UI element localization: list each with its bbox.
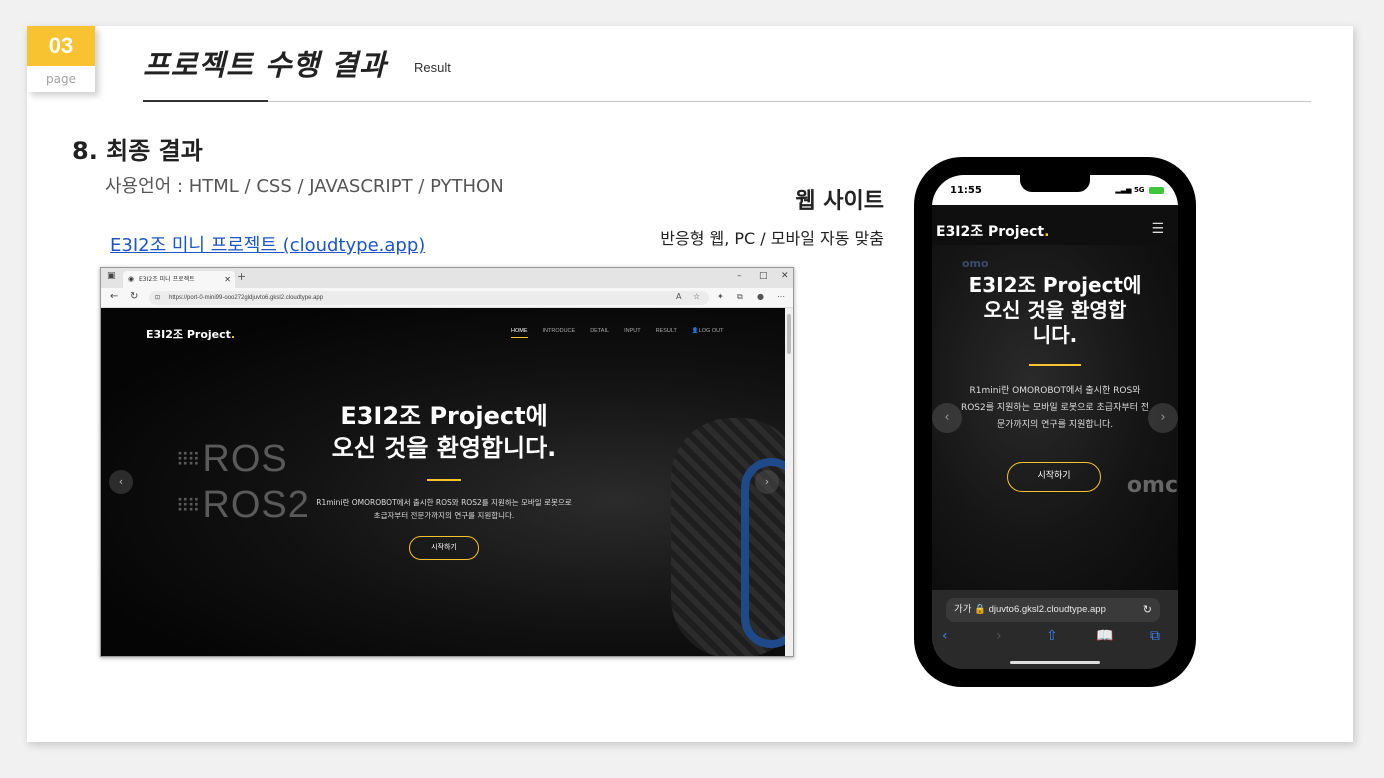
mobile-hero-line3: 니다.	[1032, 323, 1078, 347]
mobile-url-text: djuvto6.gksl2.cloudtype.app	[988, 604, 1106, 615]
start-button[interactable]: 시작하기	[409, 536, 479, 560]
phone-frame: 11:55 ▂▃▅ 5G E3I2조 Project. ☰ omo E3I2조 …	[914, 157, 1196, 687]
mobile-logo-text: E3I2조 Project	[936, 224, 1045, 240]
hero-divider	[427, 479, 461, 481]
hamburger-menu-icon[interactable]: ☰	[1151, 221, 1164, 237]
tab-actions-icon[interactable]: ▣	[107, 271, 116, 281]
safari-forward-icon[interactable]: ›	[996, 628, 1002, 644]
profile-icon[interactable]: ●	[757, 292, 764, 301]
hero-description-line2: 초급자부터 전문가까지의 연구를 지원합니다.	[373, 511, 515, 520]
title-divider	[143, 101, 1311, 102]
tabs-icon[interactable]: ⧉	[1150, 628, 1160, 644]
mobile-hero-line2: 오신 것을 환영합	[983, 298, 1127, 322]
page-label: page	[46, 72, 76, 86]
slide-subtitle: Result	[414, 60, 451, 75]
safari-icons: ‹ › ⇧ 📖 ⧉	[932, 628, 1178, 648]
url-input[interactable]: ⊡ https://port-0-mini99-ooo272gldjuvto6.…	[149, 291, 709, 305]
mobile-start-button[interactable]: 시작하기	[1007, 462, 1101, 492]
omo-label-2: omc	[1126, 473, 1178, 498]
project-link[interactable]: E3I2조 미니 프로젝트 (cloudtype.app)	[110, 231, 425, 257]
mobile-carousel-next-icon[interactable]: ›	[1148, 403, 1178, 433]
mobile-hero-line1: E3I2조 Project에	[968, 273, 1142, 297]
section-title: 8. 최종 결과	[72, 137, 203, 165]
web-site-heading: 웹 사이트	[795, 189, 884, 214]
more-icon[interactable]: ⋯	[777, 292, 785, 301]
home-indicator	[1010, 661, 1100, 664]
collections-icon[interactable]: ⧉	[737, 292, 743, 302]
minimize-button[interactable]: –	[737, 271, 742, 281]
browser-tabbar: ▣ ◉ E3I2조 미니 프로젝트 ✕ + – □ ✕	[101, 268, 793, 288]
browser-tab[interactable]: ◉ E3I2조 미니 프로젝트 ✕	[123, 271, 235, 288]
signal-icon: ▂▃▅	[1115, 186, 1132, 194]
phone-notch	[1020, 175, 1090, 192]
mobile-hero-description: R1mini란 OMOROBOT에서 출시한 ROS와 ROS2를 지원하는 모…	[960, 386, 1150, 430]
omo-label: omo	[962, 257, 989, 270]
nav-input[interactable]: INPUT	[624, 328, 641, 338]
nav-logout-label: LOG OUT	[698, 328, 724, 334]
mobile-hero: omo E3I2조 Project에 오신 것을 환영합 니다. R1mini란…	[932, 245, 1178, 590]
site-logo[interactable]: E3I2조 Project.	[146, 326, 235, 342]
hero-description: R1mini란 OMOROBOT에서 출시한 ROS와 ROS2를 지원하는 모…	[101, 496, 787, 522]
site-logo-dot: .	[230, 328, 236, 341]
phone-screen: 11:55 ▂▃▅ 5G E3I2조 Project. ☰ omo E3I2조 …	[932, 175, 1178, 669]
mobile-reload-icon[interactable]: ↻	[1143, 598, 1152, 622]
read-aloud-icon[interactable]: A	[676, 292, 681, 301]
user-icon: 👤	[691, 328, 699, 334]
hero-title-line2: 오신 것을 환영합니다.	[331, 434, 557, 462]
hero-description-line1: R1mini란 OMOROBOT에서 출시한 ROS와 ROS2를 지원하는 모…	[316, 498, 572, 507]
browser-addressbar: ← ↻ ⊡ https://port-0-mini99-ooo272gldjuv…	[101, 288, 793, 308]
page-number: 03	[27, 26, 95, 66]
nav-logout[interactable]: 👤LOG OUT	[692, 328, 724, 338]
mobile-carousel-prev-icon[interactable]: ‹	[932, 403, 962, 433]
site-nav: HOME INTRODUCE DETAIL INPUT RESULT 👤LOG …	[511, 328, 723, 338]
scrollbar-thumb[interactable]	[787, 314, 791, 354]
mobile-url-bar[interactable]: 가가 🔒 djuvto6.gksl2.cloudtype.app ↻	[946, 598, 1160, 622]
extensions-icon[interactable]: ✦	[717, 292, 724, 301]
web-site-description: 반응형 웹, PC / 모바일 자동 맞춤	[660, 229, 884, 248]
mobile-header: E3I2조 Project. ☰	[932, 205, 1178, 245]
reload-icon[interactable]: ↻	[130, 291, 138, 302]
nav-introduce[interactable]: INTRODUCE	[543, 328, 576, 338]
hero-title-line1: E3I2조 Project에	[340, 402, 548, 430]
site-logo-text: E3I2조 Project	[146, 328, 231, 341]
nav-result[interactable]: RESULT	[656, 328, 677, 338]
url-text: https://port-0-mini99-ooo272gldjuvto6.gk…	[169, 295, 324, 301]
new-tab-icon[interactable]: +	[237, 270, 246, 283]
battery-icon	[1149, 186, 1164, 194]
languages-text: 사용언어 : HTML / CSS / JAVASCRIPT / PYTHON	[105, 176, 504, 197]
nav-detail[interactable]: DETAIL	[590, 328, 609, 338]
lock-icon: ⊡	[155, 295, 161, 301]
network-label: 5G	[1133, 186, 1145, 194]
favorite-icon[interactable]: ☆	[693, 292, 700, 301]
desktop-site: E3I2조 Project. HOME INTRODUCE DETAIL INP…	[101, 308, 793, 656]
lock-icon: 🔒	[974, 604, 986, 615]
mobile-logo-dot: .	[1044, 224, 1050, 240]
mobile-hero-title: E3I2조 Project에 오신 것을 환영합 니다.	[932, 273, 1178, 348]
tab-close-icon[interactable]: ✕	[224, 271, 231, 288]
bookmarks-icon[interactable]: 📖	[1096, 628, 1113, 644]
safari-toolbar: 가가 🔒 djuvto6.gksl2.cloudtype.app ↻ ‹ › ⇧…	[932, 590, 1178, 669]
page-scrollbar[interactable]	[785, 308, 793, 656]
close-window-button[interactable]: ✕	[781, 271, 789, 281]
text-size-button[interactable]: 가가	[954, 604, 971, 615]
page-badge: 03 page	[27, 26, 95, 92]
nav-home[interactable]: HOME	[511, 328, 528, 338]
browser-window: ▣ ◉ E3I2조 미니 프로젝트 ✕ + – □ ✕ ← ↻ ⊡ https:…	[100, 267, 794, 657]
slide-title: 프로젝트 수행 결과	[143, 48, 387, 82]
title-divider-accent	[143, 100, 268, 102]
share-icon[interactable]: ⇧	[1046, 628, 1058, 644]
mobile-hero-divider	[1029, 364, 1081, 366]
status-icons: ▂▃▅ 5G	[1115, 186, 1164, 194]
carousel-prev-icon[interactable]: ‹	[109, 470, 133, 494]
status-time: 11:55	[950, 185, 982, 196]
back-icon[interactable]: ←	[110, 291, 118, 302]
hero-title: E3I2조 Project에 오신 것을 환영합니다.	[101, 400, 787, 464]
carousel-next-icon[interactable]: ›	[755, 470, 779, 494]
tab-title: E3I2조 미니 프로젝트	[139, 276, 195, 283]
maximize-button[interactable]: □	[759, 271, 768, 281]
safari-back-icon[interactable]: ‹	[942, 628, 948, 644]
mobile-logo[interactable]: E3I2조 Project.	[936, 221, 1049, 241]
tab-favicon-icon: ◉	[128, 275, 135, 283]
